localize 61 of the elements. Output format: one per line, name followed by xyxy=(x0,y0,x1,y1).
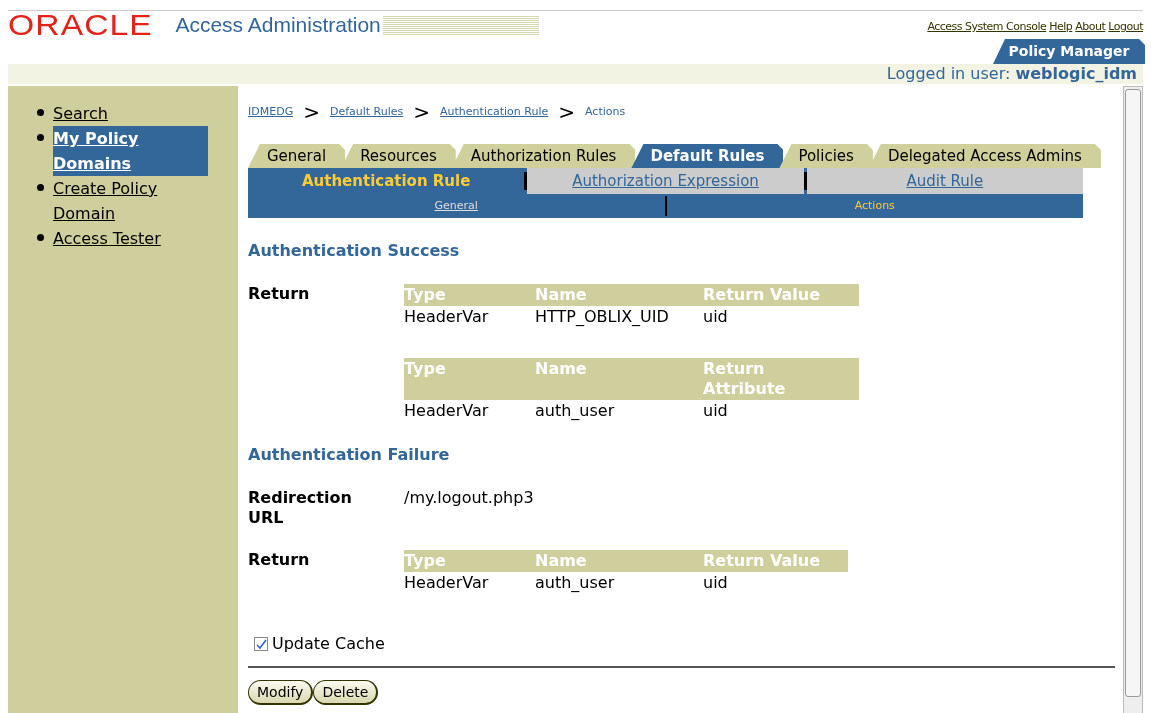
column-header: Name xyxy=(535,550,703,572)
column-header: Return Attribute xyxy=(703,358,859,400)
breadcrumb-link[interactable]: Authentication Rule xyxy=(440,103,549,121)
app-title: Access Administration xyxy=(175,12,381,38)
breadcrumb-separator: > xyxy=(303,102,320,122)
column-header: Name xyxy=(535,284,703,306)
scrollbar[interactable] xyxy=(1123,86,1143,713)
column-header: Type xyxy=(404,284,535,306)
subtab[interactable]: Audit Rule xyxy=(806,168,1083,194)
subtab[interactable]: Authorization Expression xyxy=(527,168,804,194)
column-header: Name xyxy=(535,358,703,400)
oracle-logo: ORACLE xyxy=(8,11,153,39)
header-link[interactable]: Logout xyxy=(1108,19,1143,36)
table-cell: uid xyxy=(703,306,859,328)
checkbox[interactable] xyxy=(254,637,268,651)
column-header: Type xyxy=(404,358,535,400)
stripes-icon xyxy=(382,16,539,36)
bullet-icon xyxy=(37,184,44,191)
column-header: Return Value xyxy=(703,284,859,306)
table-cell: auth_user xyxy=(535,572,703,594)
table-cell: uid xyxy=(703,400,859,422)
header-link[interactable]: About xyxy=(1075,19,1106,36)
app-tab[interactable]: Policy Manager xyxy=(993,39,1145,64)
subsubtab[interactable]: Actions xyxy=(854,197,895,215)
check-icon xyxy=(255,638,267,650)
breadcrumb-separator: > xyxy=(413,102,431,122)
tab[interactable]: General xyxy=(248,144,346,168)
bullet-icon xyxy=(37,234,44,241)
logged-in-user: Logged in user: weblogic_idm xyxy=(886,63,1137,85)
checkbox-label: Update Cache xyxy=(272,633,385,655)
column-header: Return Value xyxy=(703,550,848,572)
breadcrumb-link[interactable]: IDMEDG xyxy=(248,103,294,121)
tab[interactable]: Default Rules xyxy=(631,144,784,168)
sidebar-link[interactable]: Create Policy Domain xyxy=(53,176,208,226)
action-button[interactable]: Delete xyxy=(313,680,379,705)
breadcrumb-link[interactable]: Default Rules xyxy=(329,103,404,121)
section-heading: Authentication Success xyxy=(248,240,461,262)
bullet-icon xyxy=(37,134,44,141)
field-label: Redirection URL xyxy=(248,488,353,528)
header-link[interactable]: Access System Console xyxy=(927,19,1047,36)
table-cell: HeaderVar xyxy=(404,400,535,422)
table-cell: HeaderVar xyxy=(404,572,535,594)
field-label: Return xyxy=(248,550,311,571)
table-cell: auth_user xyxy=(535,400,703,422)
action-button[interactable]: Modify xyxy=(248,680,314,705)
breadcrumb-current: Actions xyxy=(585,103,626,120)
tab[interactable]: Policies xyxy=(779,144,873,168)
sidebar-link[interactable]: My Policy Domains xyxy=(53,126,208,176)
breadcrumb-separator: > xyxy=(558,102,576,122)
subsubtab[interactable]: General xyxy=(434,197,478,215)
sidebar-link[interactable]: Search xyxy=(53,101,208,126)
section-heading: Authentication Failure xyxy=(248,444,451,466)
sidebar-link[interactable]: Access Tester xyxy=(53,226,208,251)
column-header: Type xyxy=(404,550,535,572)
header-link[interactable]: Help xyxy=(1049,19,1073,36)
field-label: Return xyxy=(248,284,311,305)
field-value: /my.logout.php3 xyxy=(404,488,534,509)
bullet-icon xyxy=(37,109,44,116)
table-cell: uid xyxy=(703,572,848,594)
table-cell: HeaderVar xyxy=(404,306,535,328)
table-cell: HTTP_OBLIX_UID xyxy=(535,306,703,328)
